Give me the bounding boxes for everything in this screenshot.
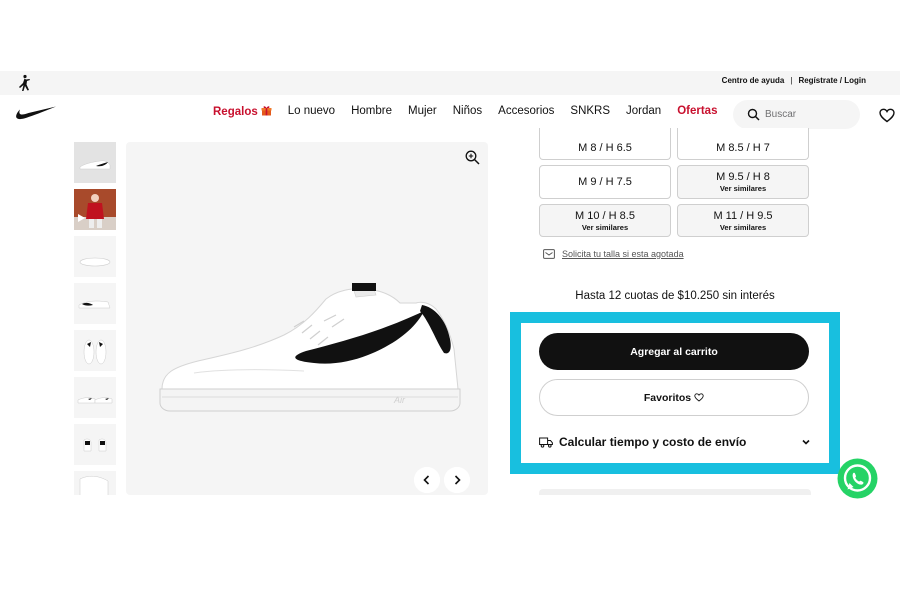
installments-text: Hasta 12 cuotas de $10.250 sin interés [575,290,775,302]
page-bottom-whitespace [0,495,900,600]
product-thumbnails [74,142,116,495]
thumbnail-sole-view[interactable] [74,236,116,277]
shoe-top-icon [83,339,107,365]
favorites-label: Favoritos [643,391,692,404]
thumbnail-angle-view[interactable] [74,283,116,324]
nav-item-jordan[interactable]: Jordan [626,105,661,118]
chevron-right-icon [444,467,470,493]
nav-item-regalos[interactable]: Regalos [213,105,272,118]
thumbnail-detail-view[interactable] [74,471,116,495]
nav-item-label: Regalos [213,106,258,118]
size-label: M 9.5 / H 8 [716,171,770,183]
shipping-calculator[interactable]: Calcular tiempo y costo de envío [539,433,811,451]
shoe-thumbnail-icon [79,160,111,170]
sole-air-embossing: Air [393,395,406,405]
nav-item-lo-nuevo[interactable]: Lo nuevo [288,105,335,118]
size-label: M 8.5 / H 7 [716,142,770,154]
chevron-left-icon [414,467,440,493]
size-option-m10[interactable]: M 10 / H 8.5 Ver similares [539,204,671,237]
carousel-prev-button[interactable] [414,467,440,493]
shoe-back-icon [83,438,107,452]
size-similar-link: Ver similares [719,222,767,232]
thumbnail-top-view[interactable] [74,330,116,371]
heart-icon [694,393,704,402]
nav-item-mujer[interactable]: Mujer [408,105,437,118]
utility-separator: | [790,76,793,85]
size-label: M 8 / H 6.5 [578,142,632,154]
nav-item-snkrs[interactable]: SNKRS [570,105,610,118]
size-option-m8[interactable]: M 8 / H 6.5 [539,128,671,160]
favorites-button[interactable]: Favoritos [539,379,809,416]
mail-icon [543,249,555,259]
request-size-label: Solicita tu talla si esta agotada [562,249,684,259]
lifestyle-photo-icon [74,189,116,230]
shoe-detail-icon [79,476,109,495]
shoe-angle-icon [78,300,111,309]
nav-item-accesorios[interactable]: Accesorios [498,105,554,118]
zoom-icon[interactable] [465,150,480,165]
size-option-m9[interactable]: M 9 / H 7.5 [539,165,671,199]
nike-swoosh-logo-icon[interactable] [15,105,57,121]
truck-icon [539,437,553,448]
size-label: M 11 / H 9.5 [713,209,773,222]
thumbnail-side-view[interactable] [74,142,116,183]
nav-item-ninos[interactable]: Niños [453,105,482,118]
search-icon[interactable] [747,108,760,121]
size-label: M 10 / H 8.5 [575,209,635,222]
jordan-logo-icon[interactable] [16,74,32,92]
nav-item-hombre[interactable]: Hombre [351,105,392,118]
gift-icon [261,106,272,116]
search-input[interactable] [765,104,851,125]
nav-menu: Regalos Lo nuevo Hombre Mujer Niños Acce… [213,105,733,118]
sneaker-image-icon: Air [159,283,461,412]
shoe-pair-icon [77,397,113,404]
login-link[interactable]: Regístrate / Login [798,76,866,85]
shipping-label: Calcular tiempo y costo de envío [559,435,747,449]
thumbnail-video[interactable] [74,189,116,230]
help-link[interactable]: Centro de ayuda [722,76,785,85]
chevron-down-icon[interactable] [801,437,811,447]
size-similar-link: Ver similares [581,222,629,232]
product-main-image[interactable]: Air [126,142,488,495]
nav-item-ofertas[interactable]: Ofertas [677,105,717,118]
utility-bar: Centro de ayuda | Regístrate / Login [0,71,900,95]
play-icon [78,214,85,222]
size-similar-link: Ver similares [719,184,767,193]
size-option-m8-5[interactable]: M 8.5 / H 7 [677,128,809,160]
size-option-m11[interactable]: M 11 / H 9.5 Ver similares [677,204,809,237]
carousel-next-button[interactable] [444,467,470,493]
thumbnail-pair-view[interactable] [74,377,116,418]
add-to-cart-button[interactable]: Agregar al carrito [539,333,809,370]
shoe-sole-icon [79,257,111,267]
request-size-link[interactable]: Solicita tu talla si esta agotada [543,249,684,259]
size-option-m9-5[interactable]: M 9.5 / H 8 Ver similares [677,165,809,199]
whatsapp-icon[interactable] [837,458,878,499]
utility-links: Centro de ayuda | Regístrate / Login [722,76,866,85]
search-box[interactable] [733,100,860,129]
size-label: M 9 / H 7.5 [578,176,632,188]
favorites-heart-icon[interactable] [879,108,895,123]
thumbnail-back-view[interactable] [74,424,116,465]
